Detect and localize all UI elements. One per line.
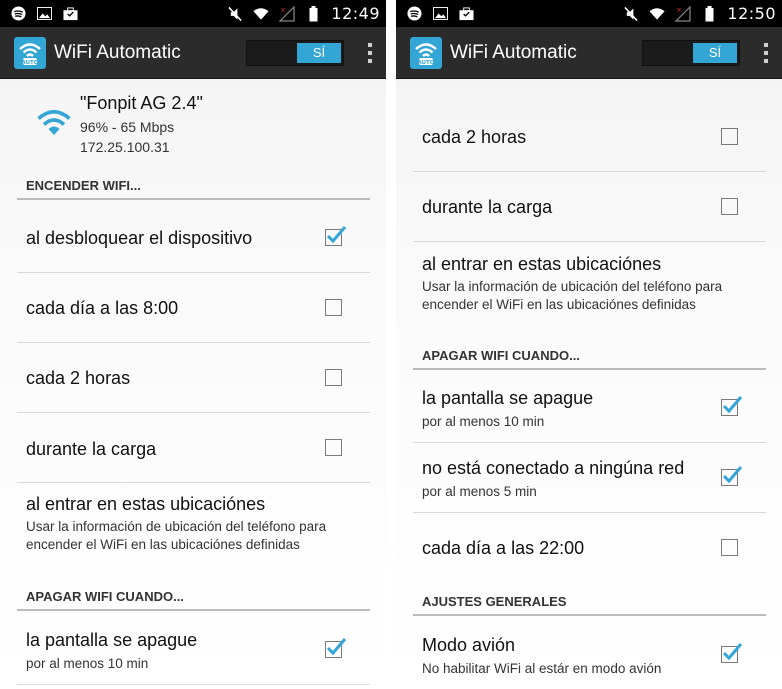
row-label: durante la carga xyxy=(422,197,553,217)
network-ip: 172.25.100.31 xyxy=(80,139,170,155)
row-ubicaciones[interactable]: al entrar en estas ubicaciónes Usar la i… xyxy=(413,242,766,334)
overflow-menu-icon[interactable] xyxy=(760,42,772,63)
status-bar: × 12:49 xyxy=(0,0,386,27)
briefcase-icon xyxy=(458,6,474,22)
row-no-conectado[interactable]: no está conectado a ningúna red por al m… xyxy=(413,443,766,513)
status-time: 12:50 xyxy=(727,4,776,23)
wifi-signal-icon xyxy=(649,6,665,22)
briefcase-icon xyxy=(62,6,78,22)
screen-right: × 12:50 AUTO WiFi Automatic SÍ cada 2 ho… xyxy=(396,0,782,689)
row-al-desbloquear[interactable]: al desbloquear el dispositivo xyxy=(17,202,370,273)
row-cada-dia-8[interactable]: cada día a las 8:00 xyxy=(17,273,370,343)
checkbox-checked[interactable] xyxy=(721,396,743,416)
checkbox-unchecked[interactable] xyxy=(325,299,342,316)
wifi-icon xyxy=(36,109,72,142)
action-bar: AUTO WiFi Automatic SÍ xyxy=(0,27,386,79)
row-pantalla-apague[interactable]: la pantalla se apague por al menos 10 mi… xyxy=(17,615,370,685)
action-bar: AUTO WiFi Automatic SÍ xyxy=(396,27,782,79)
row-durante-carga[interactable]: durante la carga xyxy=(17,413,370,483)
settings-list: cada 2 horas durante la carga al entrar … xyxy=(396,79,782,689)
row-label: la pantalla se apague xyxy=(26,630,198,650)
section-header-apagar: APAGAR WIFI CUANDO... xyxy=(413,342,766,370)
battery-icon xyxy=(701,5,717,22)
row-summary: por al menos 10 min xyxy=(26,656,149,671)
spotify-icon xyxy=(406,6,422,22)
row-label: al entrar en estas ubicaciónes xyxy=(26,494,266,514)
image-icon xyxy=(432,6,448,22)
checkbox-checked[interactable] xyxy=(721,643,743,663)
svg-text:×: × xyxy=(676,6,682,14)
wifi-automatic-app-icon[interactable]: AUTO xyxy=(410,36,442,69)
status-time: 12:49 xyxy=(331,4,380,23)
svg-text:×: × xyxy=(280,6,286,14)
no-signal-icon: × xyxy=(675,5,691,22)
svg-text:AUTO: AUTO xyxy=(418,60,435,66)
wifi-automatic-app-icon[interactable]: AUTO xyxy=(14,36,46,69)
row-label: al entrar en estas ubicaciónes xyxy=(422,254,662,274)
row-pantalla-apague[interactable]: la pantalla se apague por al menos 10 mi… xyxy=(413,373,766,443)
network-speed: 96% - 65 Mbps xyxy=(80,119,175,135)
spotify-icon xyxy=(10,6,26,22)
mute-icon xyxy=(623,6,639,22)
toggle-on-label: SÍ xyxy=(297,42,341,63)
row-label: no está conectado a ningúna red xyxy=(422,458,685,478)
section-header-apagar: APAGAR WIFI CUANDO... xyxy=(17,583,370,611)
checkbox-checked[interactable] xyxy=(721,466,743,486)
row-label: al desbloquear el dispositivo xyxy=(26,228,253,248)
svg-text:AUTO: AUTO xyxy=(22,60,39,66)
row-summary: No habilitar WiFi al estár en modo avión xyxy=(422,661,662,676)
checkbox-checked[interactable] xyxy=(325,638,347,658)
checkbox-unchecked[interactable] xyxy=(325,369,342,386)
row-cada-dia-22[interactable]: cada día a las 22:00 xyxy=(413,513,766,583)
row-durante-carga[interactable]: durante la carga xyxy=(413,172,766,242)
row-ubicaciones[interactable]: al entrar en estas ubicaciónes Usar la i… xyxy=(17,483,370,573)
wifi-automatic-toggle[interactable]: SÍ xyxy=(246,39,344,66)
current-network: "Fonpit AG 2.4" 96% - 65 Mbps 172.25.100… xyxy=(0,79,386,169)
app-title: WiFi Automatic xyxy=(450,41,577,63)
row-label: la pantalla se apague xyxy=(422,388,594,408)
network-name: "Fonpit AG 2.4" xyxy=(80,93,203,113)
status-bar: × 12:50 xyxy=(396,0,782,27)
row-summary: por al menos 10 min xyxy=(422,414,545,429)
row-summary: Usar la información de ubicación del tel… xyxy=(422,279,723,312)
row-label: durante la carga xyxy=(26,439,157,459)
toggle-on-label: SÍ xyxy=(693,42,737,63)
section-header-ajustes: AJUSTES GENERALES xyxy=(413,588,766,616)
overflow-menu-icon[interactable] xyxy=(364,42,376,63)
row-label: cada día a las 8:00 xyxy=(26,298,179,318)
row-modo-avion[interactable]: Modo avión No habilitar WiFi al estár en… xyxy=(413,620,766,689)
row-label: cada día a las 22:00 xyxy=(422,538,585,558)
app-title: WiFi Automatic xyxy=(54,41,181,63)
checkbox-unchecked[interactable] xyxy=(721,128,738,145)
battery-icon xyxy=(305,5,321,22)
no-signal-icon: × xyxy=(279,5,295,22)
checkbox-unchecked[interactable] xyxy=(721,539,738,556)
section-header-encender: ENCENDER WIFI... xyxy=(17,172,370,200)
wifi-automatic-toggle[interactable]: SÍ xyxy=(642,39,740,66)
checkbox-checked[interactable] xyxy=(325,226,347,246)
row-cada-2-horas[interactable]: cada 2 horas xyxy=(17,343,370,413)
row-summary: por al menos 5 min xyxy=(422,484,537,499)
checkbox-unchecked[interactable] xyxy=(721,198,738,215)
checkbox-unchecked[interactable] xyxy=(325,439,342,456)
row-label: cada 2 horas xyxy=(422,127,527,147)
row-summary: Usar la información de ubicación del tel… xyxy=(26,519,327,552)
screen-left: × 12:49 AUTO WiFi Automatic SÍ "Fonpit A… xyxy=(0,0,386,689)
settings-list: "Fonpit AG 2.4" 96% - 65 Mbps 172.25.100… xyxy=(0,79,386,689)
row-label: cada 2 horas xyxy=(26,368,131,388)
wifi-signal-icon xyxy=(253,6,269,22)
row-cada-2-horas[interactable]: cada 2 horas xyxy=(413,102,766,172)
row-label: Modo avión xyxy=(422,635,516,655)
image-icon xyxy=(36,6,52,22)
mute-icon xyxy=(227,6,243,22)
